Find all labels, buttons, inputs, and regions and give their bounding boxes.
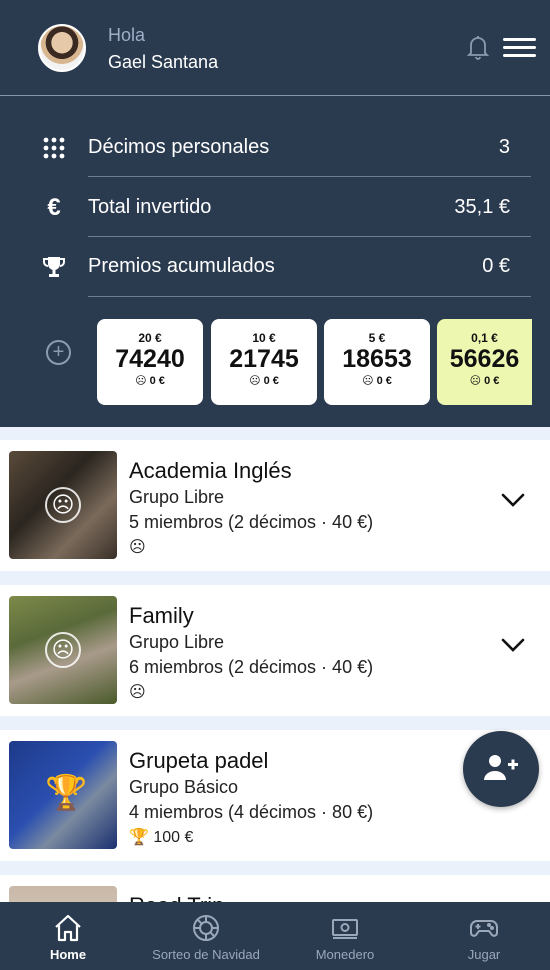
group-status: ☹	[129, 539, 146, 556]
divider	[88, 236, 531, 237]
stat-premios: Premios acumulados 0 €	[40, 247, 530, 287]
ticket-card[interactable]: 0,1 € 56626 ☹ 0 €	[437, 319, 532, 405]
tab-home[interactable]: Home	[28, 902, 108, 970]
bottom-tab-bar: Home Sorteo de Navidad Monedero Jugar	[0, 902, 550, 970]
ticket-number: 18653	[342, 345, 412, 373]
wallet-cash-icon	[332, 919, 358, 939]
tab-label: Home	[49, 947, 87, 962]
dots-grid-icon	[43, 137, 65, 159]
add-group-button[interactable]	[463, 731, 539, 807]
ticket-winnings: ☹ 0 €	[249, 375, 279, 387]
ticket-card[interactable]: 10 € 21745 ☹ 0 €	[211, 319, 317, 405]
header-divider	[0, 95, 550, 96]
group-name: Grupeta padel	[129, 748, 269, 773]
stat-label: Premios acumulados	[88, 255, 275, 277]
summary-header: Hola Gael Santana Décimos personales 3 €…	[0, 0, 550, 427]
stat-value: 0 €	[482, 255, 510, 277]
ticket-price: 5 €	[368, 331, 386, 345]
ticket-winnings: ☹ 0 €	[469, 375, 500, 387]
group-members: 5 miembros (2 décimos · 40 €)	[129, 512, 374, 532]
tab-jugar[interactable]: Jugar	[444, 902, 524, 970]
group-status: ☹	[129, 684, 146, 701]
group-photo: 🏆	[9, 741, 117, 849]
group-photo: ☹	[9, 451, 117, 559]
tab-label: Sorteo de Navidad	[152, 947, 260, 962]
chevron-down-icon[interactable]	[500, 637, 526, 653]
stat-value: 3	[498, 136, 510, 158]
ticket-number: 74240	[115, 345, 185, 373]
add-user-icon	[484, 755, 518, 780]
group-name: Family	[129, 603, 194, 628]
stat-label: Total invertido	[88, 196, 212, 218]
euro-icon: €	[47, 194, 61, 221]
bell-icon[interactable]	[466, 34, 490, 60]
ticket-price: 10 €	[252, 331, 276, 345]
menu-icon[interactable]	[503, 38, 536, 58]
group-type: Grupo Básico	[129, 777, 239, 797]
home-icon	[55, 914, 81, 942]
lottery-drum-icon	[193, 915, 219, 941]
ticket-number: 56626	[449, 345, 520, 373]
group-members: 4 miembros (4 décimos · 80 €)	[129, 802, 374, 822]
group-type: Grupo Libre	[129, 487, 225, 507]
ticket-price: 0,1 €	[471, 331, 498, 345]
group-photo: ☹	[9, 596, 117, 704]
stat-value: 35,1 €	[454, 196, 510, 218]
group-type: Grupo Libre	[129, 632, 225, 652]
tab-label: Jugar	[467, 947, 501, 962]
divider	[88, 176, 531, 177]
stat-invertido: € Total invertido 35,1 €	[40, 188, 530, 228]
chevron-down-icon[interactable]	[500, 492, 526, 508]
ticket-card[interactable]: 5 € 18653 ☹ 0 €	[324, 319, 430, 405]
tab-label: Monedero	[315, 947, 375, 962]
trophy-icon: 🏆	[45, 774, 88, 812]
trophy-icon	[43, 257, 65, 277]
gamepad-icon	[470, 920, 498, 937]
user-name: Gael Santana	[108, 52, 219, 72]
ticket-number: 21745	[229, 345, 299, 373]
add-ticket-icon[interactable]: +	[46, 340, 71, 365]
group-card[interactable]: ☹ Family Grupo Libre 6 miembros (2 décim…	[0, 585, 550, 716]
group-card[interactable]: ☹ Academia Inglés Grupo Libre 5 miembros…	[0, 440, 550, 571]
group-members: 6 miembros (2 décimos · 40 €)	[129, 657, 374, 677]
ticket-card[interactable]: 20 € 74240 ☹ 0 €	[97, 319, 203, 405]
tab-monedero[interactable]: Monedero	[300, 902, 390, 970]
stat-label: Décimos personales	[88, 136, 270, 158]
sad-face-icon: ☹	[45, 632, 81, 668]
divider	[88, 296, 531, 297]
stat-decimos: Décimos personales 3	[40, 128, 530, 168]
avatar[interactable]	[38, 24, 86, 72]
tab-sorteo-navidad[interactable]: Sorteo de Navidad	[136, 902, 276, 970]
ticket-price: 20 €	[138, 331, 162, 345]
group-status: 🏆 100 €	[129, 829, 194, 846]
ticket-winnings: ☹ 0 €	[362, 375, 392, 387]
sad-face-icon: ☹	[45, 487, 81, 523]
group-name: Academia Inglés	[129, 458, 292, 483]
ticket-winnings: ☹ 0 €	[135, 375, 165, 387]
greeting: Hola	[108, 25, 146, 45]
